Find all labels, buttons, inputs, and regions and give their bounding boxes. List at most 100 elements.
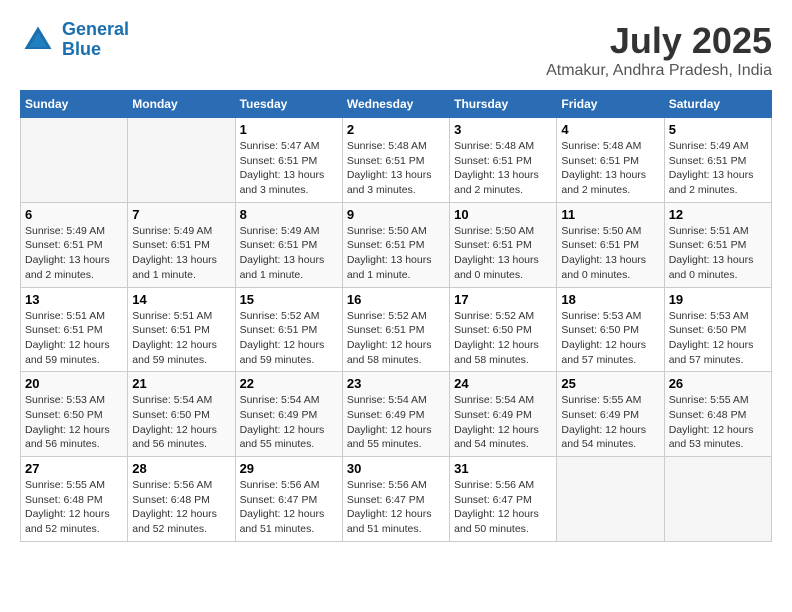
day-info: Sunrise: 5:51 AMSunset: 6:51 PMDaylight:… xyxy=(669,224,767,283)
calendar-cell: 21Sunrise: 5:54 AMSunset: 6:50 PMDayligh… xyxy=(128,372,235,457)
day-number: 27 xyxy=(25,461,123,476)
weekday-header-thursday: Thursday xyxy=(450,91,557,118)
day-info: Sunrise: 5:56 AMSunset: 6:47 PMDaylight:… xyxy=(240,478,338,537)
weekday-header-friday: Friday xyxy=(557,91,664,118)
logo-line1: General xyxy=(62,19,129,39)
day-info: Sunrise: 5:53 AMSunset: 6:50 PMDaylight:… xyxy=(669,309,767,368)
day-info: Sunrise: 5:52 AMSunset: 6:51 PMDaylight:… xyxy=(240,309,338,368)
calendar-cell xyxy=(664,457,771,542)
calendar-cell: 7Sunrise: 5:49 AMSunset: 6:51 PMDaylight… xyxy=(128,202,235,287)
day-number: 24 xyxy=(454,376,552,391)
day-number: 9 xyxy=(347,207,445,222)
day-number: 7 xyxy=(132,207,230,222)
weekday-header-saturday: Saturday xyxy=(664,91,771,118)
calendar-cell: 5Sunrise: 5:49 AMSunset: 6:51 PMDaylight… xyxy=(664,118,771,203)
location: Atmakur, Andhra Pradesh, India xyxy=(546,62,772,80)
day-info: Sunrise: 5:49 AMSunset: 6:51 PMDaylight:… xyxy=(25,224,123,283)
calendar-cell: 22 Sunrise: 5:54 AMSunset: 6:49 PMDayligh… xyxy=(235,372,342,457)
calendar-body: 1Sunrise: 5:47 AMSunset: 6:51 PMDaylight… xyxy=(21,118,772,542)
day-info: Sunrise: 5:52 AMSunset: 6:50 PMDaylight:… xyxy=(454,309,552,368)
calendar-cell: 20 Sunrise: 5:53 AMSunset: 6:50 PMDayligh… xyxy=(21,372,128,457)
day-info: Sunrise: 5:50 AMSunset: 6:51 PMDaylight:… xyxy=(561,224,659,283)
logo-icon xyxy=(20,22,56,58)
day-number: 29 xyxy=(240,461,338,476)
calendar-cell: 18 Sunrise: 5:53 AMSunset: 6:50 PMDayligh… xyxy=(557,287,664,372)
day-number: 12 xyxy=(669,207,767,222)
calendar-cell: 29 Sunrise: 5:56 AMSunset: 6:47 PMDayligh… xyxy=(235,457,342,542)
calendar-cell: 16 Sunrise: 5:52 AMSunset: 6:51 PMDayligh… xyxy=(342,287,449,372)
calendar-cell xyxy=(128,118,235,203)
weekday-header-monday: Monday xyxy=(128,91,235,118)
day-number: 18 xyxy=(561,292,659,307)
calendar-cell: 24 Sunrise: 5:54 AMSunset: 6:49 PMDayligh… xyxy=(450,372,557,457)
day-info: Sunrise: 5:47 AMSunset: 6:51 PMDaylight:… xyxy=(240,139,338,198)
calendar-cell: 27 Sunrise: 5:55 AMSunset: 6:48 PMDayligh… xyxy=(21,457,128,542)
day-info: Sunrise: 5:53 AMSunset: 6:50 PMDaylight:… xyxy=(25,393,123,452)
day-number: 3 xyxy=(454,122,552,137)
day-number: 16 xyxy=(347,292,445,307)
day-info: Sunrise: 5:52 AMSunset: 6:51 PMDaylight:… xyxy=(347,309,445,368)
day-number: 19 xyxy=(669,292,767,307)
day-number: 26 xyxy=(669,376,767,391)
calendar-week-1: 1Sunrise: 5:47 AMSunset: 6:51 PMDaylight… xyxy=(21,118,772,203)
day-info: Sunrise: 5:51 AMSunset: 6:51 PMDaylight:… xyxy=(132,309,230,368)
day-info: Sunrise: 5:56 AMSunset: 6:47 PMDaylight:… xyxy=(454,478,552,537)
logo-text: General Blue xyxy=(62,20,129,60)
day-number: 14 xyxy=(132,292,230,307)
calendar-cell: 12 Sunrise: 5:51 AMSunset: 6:51 PMDayligh… xyxy=(664,202,771,287)
calendar-week-3: 13 Sunrise: 5:51 AMSunset: 6:51 PMDayligh… xyxy=(21,287,772,372)
day-number: 13 xyxy=(25,292,123,307)
calendar-cell: 17 Sunrise: 5:52 AMSunset: 6:50 PMDayligh… xyxy=(450,287,557,372)
calendar-cell: 2Sunrise: 5:48 AMSunset: 6:51 PMDaylight… xyxy=(342,118,449,203)
calendar-cell: 23 Sunrise: 5:54 AMSunset: 6:49 PMDayligh… xyxy=(342,372,449,457)
calendar-cell: 1Sunrise: 5:47 AMSunset: 6:51 PMDaylight… xyxy=(235,118,342,203)
day-number: 25 xyxy=(561,376,659,391)
calendar-cell: 9Sunrise: 5:50 AMSunset: 6:51 PMDaylight… xyxy=(342,202,449,287)
day-number: 17 xyxy=(454,292,552,307)
day-number: 10 xyxy=(454,207,552,222)
calendar-header: SundayMondayTuesdayWednesdayThursdayFrid… xyxy=(21,91,772,118)
day-number: 31 xyxy=(454,461,552,476)
weekday-header-tuesday: Tuesday xyxy=(235,91,342,118)
day-info: Sunrise: 5:54 AMSunset: 6:49 PMDaylight:… xyxy=(240,393,338,452)
day-number: 20 xyxy=(25,376,123,391)
day-info: Sunrise: 5:48 AMSunset: 6:51 PMDaylight:… xyxy=(347,139,445,198)
calendar-cell: 30 Sunrise: 5:56 AMSunset: 6:47 PMDayligh… xyxy=(342,457,449,542)
day-info: Sunrise: 5:48 AMSunset: 6:51 PMDaylight:… xyxy=(561,139,659,198)
logo: General Blue xyxy=(20,20,129,60)
day-number: 30 xyxy=(347,461,445,476)
calendar-week-5: 27 Sunrise: 5:55 AMSunset: 6:48 PMDayligh… xyxy=(21,457,772,542)
day-info: Sunrise: 5:54 AMSunset: 6:49 PMDaylight:… xyxy=(347,393,445,452)
calendar-cell: 13Sunrise: 5:51 AMSunset: 6:51 PMDayligh… xyxy=(21,287,128,372)
calendar-cell xyxy=(557,457,664,542)
calendar-cell: 31 Sunrise: 5:56 AMSunset: 6:47 PMDayligh… xyxy=(450,457,557,542)
day-info: Sunrise: 5:56 AMSunset: 6:47 PMDaylight:… xyxy=(347,478,445,537)
day-info: Sunrise: 5:54 AMSunset: 6:49 PMDaylight:… xyxy=(454,393,552,452)
calendar-cell: 14 Sunrise: 5:51 AMSunset: 6:51 PMDayligh… xyxy=(128,287,235,372)
page-header: General Blue July 2025 Atmakur, Andhra P… xyxy=(20,20,772,80)
calendar-cell: 11Sunrise: 5:50 AMSunset: 6:51 PMDayligh… xyxy=(557,202,664,287)
month-year: July 2025 xyxy=(546,20,772,62)
day-number: 23 xyxy=(347,376,445,391)
calendar-week-4: 20 Sunrise: 5:53 AMSunset: 6:50 PMDayligh… xyxy=(21,372,772,457)
day-info: Sunrise: 5:55 AMSunset: 6:48 PMDaylight:… xyxy=(25,478,123,537)
title-block: July 2025 Atmakur, Andhra Pradesh, India xyxy=(546,20,772,80)
weekday-header-sunday: Sunday xyxy=(21,91,128,118)
day-info: Sunrise: 5:55 AMSunset: 6:48 PMDaylight:… xyxy=(669,393,767,452)
day-number: 28 xyxy=(132,461,230,476)
calendar-cell: 19 Sunrise: 5:53 AMSunset: 6:50 PMDayligh… xyxy=(664,287,771,372)
day-info: Sunrise: 5:54 AMSunset: 6:50 PMDaylight:… xyxy=(132,393,230,452)
calendar-cell: 15Sunrise: 5:52 AMSunset: 6:51 PMDayligh… xyxy=(235,287,342,372)
day-number: 4 xyxy=(561,122,659,137)
logo-line2: Blue xyxy=(62,39,101,59)
day-info: Sunrise: 5:48 AMSunset: 6:51 PMDaylight:… xyxy=(454,139,552,198)
day-info: Sunrise: 5:53 AMSunset: 6:50 PMDaylight:… xyxy=(561,309,659,368)
day-info: Sunrise: 5:50 AMSunset: 6:51 PMDaylight:… xyxy=(454,224,552,283)
calendar-cell: 6 Sunrise: 5:49 AMSunset: 6:51 PMDaylight… xyxy=(21,202,128,287)
day-number: 6 xyxy=(25,207,123,222)
calendar-cell: 26 Sunrise: 5:55 AMSunset: 6:48 PMDayligh… xyxy=(664,372,771,457)
weekday-header-wednesday: Wednesday xyxy=(342,91,449,118)
day-info: Sunrise: 5:56 AMSunset: 6:48 PMDaylight:… xyxy=(132,478,230,537)
weekday-header-row: SundayMondayTuesdayWednesdayThursdayFrid… xyxy=(21,91,772,118)
day-number: 22 xyxy=(240,376,338,391)
